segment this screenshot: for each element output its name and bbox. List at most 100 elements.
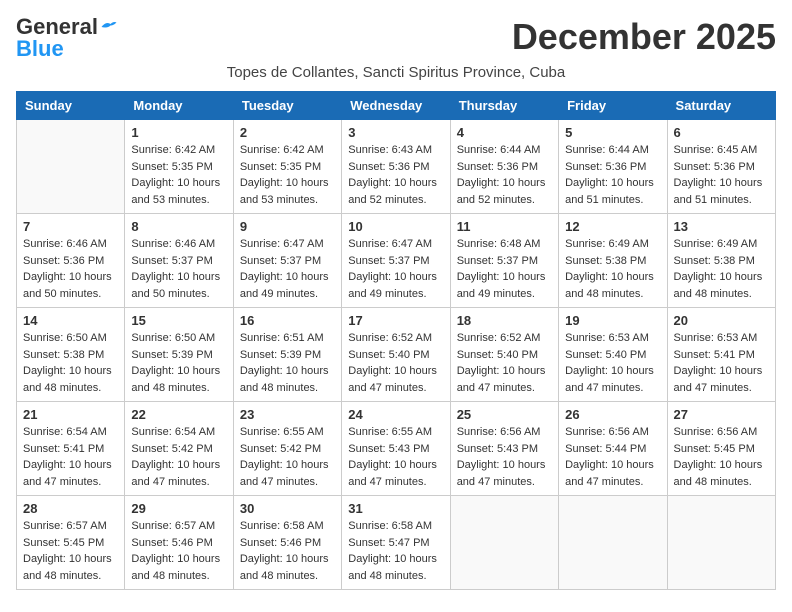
day-number: 22 [131, 407, 226, 422]
table-row: 16 Sunrise: 6:51 AMSunset: 5:39 PMDaylig… [233, 308, 341, 402]
table-row: 11 Sunrise: 6:48 AMSunset: 5:37 PMDaylig… [450, 214, 558, 308]
table-row: 23 Sunrise: 6:55 AMSunset: 5:42 PMDaylig… [233, 402, 341, 496]
day-info: Sunrise: 6:50 AMSunset: 5:38 PMDaylight:… [23, 332, 112, 394]
table-row: 5 Sunrise: 6:44 AMSunset: 5:36 PMDayligh… [559, 120, 667, 214]
table-row: 10 Sunrise: 6:47 AMSunset: 5:37 PMDaylig… [342, 214, 450, 308]
weekday-header-row: SundayMondayTuesdayWednesdayThursdayFrid… [17, 92, 776, 120]
table-row: 27 Sunrise: 6:56 AMSunset: 5:45 PMDaylig… [667, 402, 775, 496]
weekday-header-thursday: Thursday [450, 92, 558, 120]
month-title: December 2025 [512, 16, 776, 58]
day-info: Sunrise: 6:48 AMSunset: 5:37 PMDaylight:… [457, 238, 546, 300]
calendar-week-1: 1 Sunrise: 6:42 AMSunset: 5:35 PMDayligh… [17, 120, 776, 214]
day-number: 26 [565, 407, 660, 422]
day-info: Sunrise: 6:42 AMSunset: 5:35 PMDaylight:… [240, 144, 329, 206]
day-number: 31 [348, 501, 443, 516]
day-info: Sunrise: 6:53 AMSunset: 5:40 PMDaylight:… [565, 332, 654, 394]
calendar-week-3: 14 Sunrise: 6:50 AMSunset: 5:38 PMDaylig… [17, 308, 776, 402]
table-row [667, 496, 775, 590]
location-title: Topes de Collantes, Sancti Spiritus Prov… [16, 64, 776, 81]
day-info: Sunrise: 6:47 AMSunset: 5:37 PMDaylight:… [240, 238, 329, 300]
table-row [17, 120, 125, 214]
day-info: Sunrise: 6:49 AMSunset: 5:38 PMDaylight:… [565, 238, 654, 300]
table-row: 17 Sunrise: 6:52 AMSunset: 5:40 PMDaylig… [342, 308, 450, 402]
logo-bird-icon [100, 19, 118, 35]
calendar-week-4: 21 Sunrise: 6:54 AMSunset: 5:41 PMDaylig… [17, 402, 776, 496]
table-row: 31 Sunrise: 6:58 AMSunset: 5:47 PMDaylig… [342, 496, 450, 590]
weekday-header-friday: Friday [559, 92, 667, 120]
day-number: 16 [240, 313, 335, 328]
day-info: Sunrise: 6:44 AMSunset: 5:36 PMDaylight:… [565, 144, 654, 206]
table-row: 29 Sunrise: 6:57 AMSunset: 5:46 PMDaylig… [125, 496, 233, 590]
weekday-header-tuesday: Tuesday [233, 92, 341, 120]
day-number: 2 [240, 125, 335, 140]
day-number: 23 [240, 407, 335, 422]
day-info: Sunrise: 6:51 AMSunset: 5:39 PMDaylight:… [240, 332, 329, 394]
day-number: 24 [348, 407, 443, 422]
day-info: Sunrise: 6:52 AMSunset: 5:40 PMDaylight:… [457, 332, 546, 394]
day-info: Sunrise: 6:45 AMSunset: 5:36 PMDaylight:… [674, 144, 763, 206]
table-row: 25 Sunrise: 6:56 AMSunset: 5:43 PMDaylig… [450, 402, 558, 496]
table-row: 6 Sunrise: 6:45 AMSunset: 5:36 PMDayligh… [667, 120, 775, 214]
day-number: 1 [131, 125, 226, 140]
table-row: 24 Sunrise: 6:55 AMSunset: 5:43 PMDaylig… [342, 402, 450, 496]
table-row: 26 Sunrise: 6:56 AMSunset: 5:44 PMDaylig… [559, 402, 667, 496]
day-info: Sunrise: 6:49 AMSunset: 5:38 PMDaylight:… [674, 238, 763, 300]
day-number: 10 [348, 219, 443, 234]
calendar-table: SundayMondayTuesdayWednesdayThursdayFrid… [16, 91, 776, 590]
table-row: 7 Sunrise: 6:46 AMSunset: 5:36 PMDayligh… [17, 214, 125, 308]
day-number: 5 [565, 125, 660, 140]
day-number: 28 [23, 501, 118, 516]
day-number: 13 [674, 219, 769, 234]
table-row: 18 Sunrise: 6:52 AMSunset: 5:40 PMDaylig… [450, 308, 558, 402]
day-info: Sunrise: 6:55 AMSunset: 5:42 PMDaylight:… [240, 426, 329, 488]
day-info: Sunrise: 6:56 AMSunset: 5:45 PMDaylight:… [674, 426, 763, 488]
day-number: 20 [674, 313, 769, 328]
day-number: 7 [23, 219, 118, 234]
day-info: Sunrise: 6:56 AMSunset: 5:44 PMDaylight:… [565, 426, 654, 488]
table-row [450, 496, 558, 590]
day-number: 25 [457, 407, 552, 422]
day-info: Sunrise: 6:56 AMSunset: 5:43 PMDaylight:… [457, 426, 546, 488]
day-info: Sunrise: 6:58 AMSunset: 5:47 PMDaylight:… [348, 520, 437, 582]
weekday-header-wednesday: Wednesday [342, 92, 450, 120]
table-row: 12 Sunrise: 6:49 AMSunset: 5:38 PMDaylig… [559, 214, 667, 308]
day-number: 9 [240, 219, 335, 234]
table-row: 21 Sunrise: 6:54 AMSunset: 5:41 PMDaylig… [17, 402, 125, 496]
table-row: 4 Sunrise: 6:44 AMSunset: 5:36 PMDayligh… [450, 120, 558, 214]
day-info: Sunrise: 6:47 AMSunset: 5:37 PMDaylight:… [348, 238, 437, 300]
logo-general: General [16, 16, 98, 38]
day-number: 30 [240, 501, 335, 516]
logo-blue: Blue [16, 38, 64, 60]
day-info: Sunrise: 6:50 AMSunset: 5:39 PMDaylight:… [131, 332, 220, 394]
day-info: Sunrise: 6:46 AMSunset: 5:36 PMDaylight:… [23, 238, 112, 300]
day-info: Sunrise: 6:57 AMSunset: 5:46 PMDaylight:… [131, 520, 220, 582]
day-info: Sunrise: 6:52 AMSunset: 5:40 PMDaylight:… [348, 332, 437, 394]
table-row: 9 Sunrise: 6:47 AMSunset: 5:37 PMDayligh… [233, 214, 341, 308]
calendar-week-2: 7 Sunrise: 6:46 AMSunset: 5:36 PMDayligh… [17, 214, 776, 308]
day-number: 6 [674, 125, 769, 140]
day-number: 3 [348, 125, 443, 140]
day-info: Sunrise: 6:55 AMSunset: 5:43 PMDaylight:… [348, 426, 437, 488]
page-header: General Blue December 2025 [16, 16, 776, 60]
day-info: Sunrise: 6:43 AMSunset: 5:36 PMDaylight:… [348, 144, 437, 206]
weekday-header-monday: Monday [125, 92, 233, 120]
table-row: 19 Sunrise: 6:53 AMSunset: 5:40 PMDaylig… [559, 308, 667, 402]
day-number: 11 [457, 219, 552, 234]
calendar-week-5: 28 Sunrise: 6:57 AMSunset: 5:45 PMDaylig… [17, 496, 776, 590]
table-row: 30 Sunrise: 6:58 AMSunset: 5:46 PMDaylig… [233, 496, 341, 590]
table-row: 2 Sunrise: 6:42 AMSunset: 5:35 PMDayligh… [233, 120, 341, 214]
table-row: 20 Sunrise: 6:53 AMSunset: 5:41 PMDaylig… [667, 308, 775, 402]
table-row [559, 496, 667, 590]
table-row: 28 Sunrise: 6:57 AMSunset: 5:45 PMDaylig… [17, 496, 125, 590]
weekday-header-sunday: Sunday [17, 92, 125, 120]
day-number: 15 [131, 313, 226, 328]
day-info: Sunrise: 6:42 AMSunset: 5:35 PMDaylight:… [131, 144, 220, 206]
day-info: Sunrise: 6:44 AMSunset: 5:36 PMDaylight:… [457, 144, 546, 206]
day-number: 18 [457, 313, 552, 328]
day-info: Sunrise: 6:46 AMSunset: 5:37 PMDaylight:… [131, 238, 220, 300]
day-number: 14 [23, 313, 118, 328]
logo: General Blue [16, 16, 118, 60]
day-number: 29 [131, 501, 226, 516]
table-row: 14 Sunrise: 6:50 AMSunset: 5:38 PMDaylig… [17, 308, 125, 402]
day-number: 17 [348, 313, 443, 328]
